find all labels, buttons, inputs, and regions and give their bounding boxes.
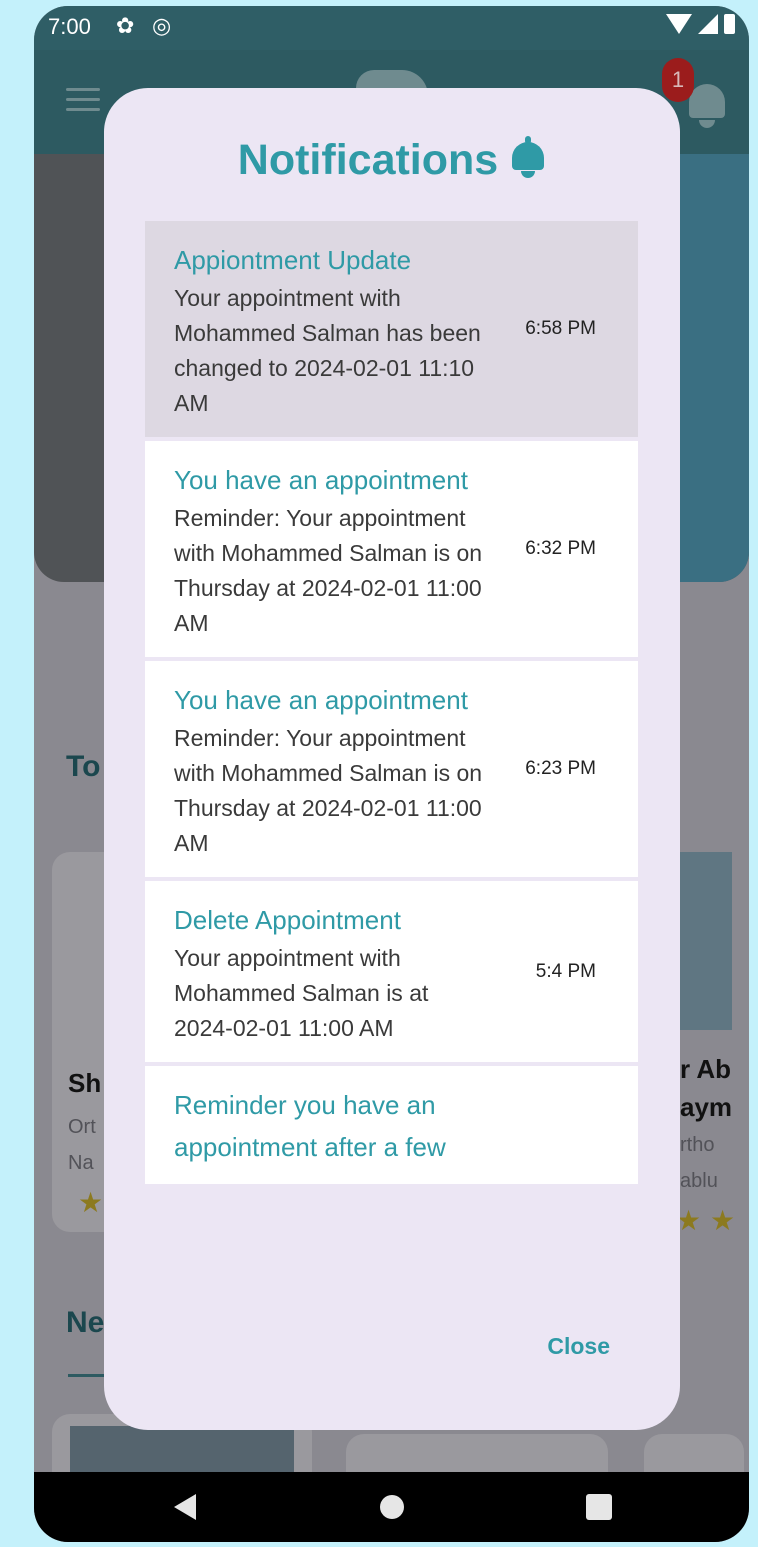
notification-time: 6:23 PM	[525, 758, 596, 779]
notification-time: 6:58 PM	[525, 318, 596, 339]
notification-title: You have an appointment	[174, 685, 468, 715]
notification-body: Reminder: Your appointment with Mohammed…	[174, 505, 483, 636]
notifications-dialog: Notifications Appiontment Update Your ap…	[104, 88, 680, 1430]
system-nav-bar	[34, 1472, 749, 1542]
notification-item[interactable]: Reminder you have an appointment after a…	[145, 1066, 638, 1188]
doctor-card-left-specialty: Ort	[68, 1116, 96, 1138]
menu-icon[interactable]	[66, 88, 100, 118]
doctor-card-right-location: ablu	[680, 1170, 718, 1192]
notification-item[interactable]: Delete Appointment Your appointment with…	[145, 881, 638, 1066]
notification-title: You have an appointment	[174, 465, 468, 495]
notification-body: Reminder: Your appointment with Mohammed…	[174, 725, 483, 856]
doctor-card-right-photo	[680, 852, 732, 1030]
wifi-icon	[666, 14, 692, 34]
notification-item[interactable]: You have an appointment Reminder: Your a…	[145, 441, 638, 661]
back-icon[interactable]	[174, 1494, 196, 1520]
doctor-card-right-name-1: r Ab	[680, 1054, 732, 1084]
system-indicators	[666, 14, 735, 34]
notification-count-badge: 1	[662, 58, 694, 102]
notification-title: Appiontment Update	[174, 245, 412, 275]
doctor-card-right-name-2: aym	[680, 1092, 733, 1122]
status-time: 7:00	[48, 14, 91, 39]
hero-image	[669, 154, 749, 582]
top-rated-heading: To	[66, 750, 101, 783]
notification-time: 5:4 PM	[535, 960, 596, 982]
notification-item[interactable]: You have an appointment Reminder: Your a…	[145, 661, 638, 881]
notification-title: Delete Appointment	[174, 905, 401, 935]
bell-icon	[510, 136, 546, 178]
notifications-list[interactable]: Appiontment Update Your appointment with…	[145, 221, 638, 1263]
doctor-card-left-name: Sh	[68, 1068, 102, 1098]
battery-icon	[724, 14, 735, 34]
news-underline	[68, 1374, 108, 1377]
rating-star-icon: ★	[78, 1187, 104, 1218]
notification-body: Your appointment with Mohammed Salman ha…	[174, 285, 481, 416]
cell-signal-icon	[698, 14, 718, 34]
doctor-card-right-specialty: rtho	[680, 1134, 715, 1156]
dialog-title: Notifications	[104, 136, 680, 185]
notification-time: 6:32 PM	[525, 538, 596, 559]
recent-apps-icon[interactable]	[586, 1494, 612, 1520]
dialog-title-text: Notifications	[237, 136, 499, 184]
sync-icon: ◎	[152, 13, 172, 38]
status-bar: 7:00 ✿ ◎	[34, 6, 749, 50]
doctor-card-left-location: Na	[68, 1152, 94, 1174]
home-icon[interactable]	[380, 1495, 404, 1519]
news-heading: Ne	[66, 1306, 105, 1339]
notification-item[interactable]: Appiontment Update Your appointment with…	[145, 221, 638, 441]
notification-body: Your appointment with Mohammed Salman is…	[174, 945, 429, 1041]
notification-title: Reminder you have an appointment after a…	[174, 1090, 446, 1162]
close-button[interactable]: Close	[547, 1333, 610, 1360]
settings-icon: ✿	[116, 13, 135, 38]
rating-star-icon: ★	[710, 1205, 736, 1236]
